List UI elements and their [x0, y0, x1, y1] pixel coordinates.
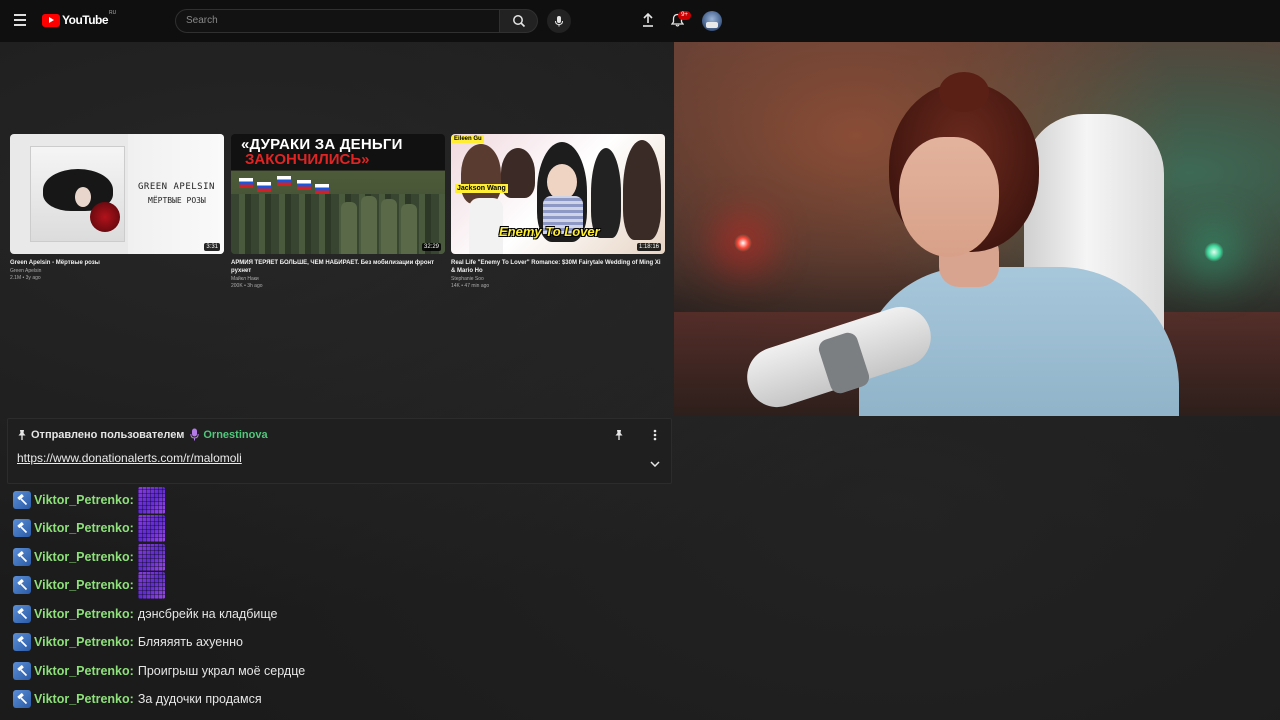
video-duration: 1:18:16: [636, 243, 661, 251]
chat-message: Viktor_Petrenko:: [13, 571, 165, 599]
chat-message: Viktor_Petrenko: Бляяяять ахуенно: [13, 630, 243, 654]
chat-message: Viktor_Petrenko:: [13, 486, 165, 514]
video-card[interactable]: GREEN APELSIN МЁРТВЫЕ РОЗЫ 3:31 Green Ap…: [10, 134, 224, 281]
chat-separator: :: [129, 493, 134, 507]
streamer-face: [899, 137, 999, 257]
search-icon: [512, 15, 525, 28]
more-options-button[interactable]: [648, 428, 662, 442]
chat-separator: :: [129, 521, 134, 535]
video-thumbnail[interactable]: GREEN APELSIN МЁРТВЫЕ РОЗЫ 3:31: [10, 134, 224, 254]
chat-separator: :: [129, 607, 134, 621]
chat-username[interactable]: Viktor_Petrenko: [34, 550, 130, 564]
video-title[interactable]: Green Apelsin - Мёртвые розы: [10, 259, 224, 267]
chat-username[interactable]: Viktor_Petrenko: [34, 664, 130, 678]
hammer-badge-icon: [13, 605, 31, 623]
chat-text: Бляяяять ахуенно: [137, 635, 243, 649]
hammer-badge-icon: [13, 633, 31, 651]
video-title[interactable]: АРМИЯ ТЕРЯЕТ БОЛЬШЕ, ЧЕМ НАБИРАЕТ. Без м…: [231, 259, 445, 275]
chat-username[interactable]: Viktor_Petrenko: [34, 607, 130, 621]
video-card[interactable]: Eileen Gu Jackson Wang Enemy To Lover 1:…: [451, 134, 665, 289]
search-input[interactable]: Search: [175, 9, 500, 33]
chat-separator: :: [129, 578, 134, 592]
thumbnail-text: GREEN APELSIN: [138, 182, 215, 192]
voice-search-button[interactable]: [547, 9, 571, 33]
chat-username[interactable]: Viktor_Petrenko: [34, 692, 130, 706]
video-thumbnail[interactable]: «ДУРАКИ ЗА ДЕНЬГИ ЗАКОНЧИЛИСЬ» 32:29: [231, 134, 445, 254]
hammer-badge-icon: [13, 690, 31, 708]
pinned-username[interactable]: Ornestinova: [203, 429, 267, 441]
video-channel[interactable]: Green Apelsin: [10, 268, 224, 274]
chevron-down-icon: [650, 461, 660, 467]
upload-icon: [643, 13, 653, 27]
video-channel[interactable]: Stephanie Soo: [451, 276, 665, 282]
green-lamp: [1204, 242, 1224, 262]
thumbnail-tag: Eileen Gu: [452, 135, 484, 143]
youtube-logo[interactable]: YouTube RU: [42, 10, 117, 27]
pin-icon: [615, 430, 623, 440]
red-lamp: [734, 234, 752, 252]
video-channel[interactable]: Майкл Наки: [231, 276, 445, 282]
thumbnail-text: МЁРТВЫЕ РОЗЫ: [148, 196, 206, 205]
mic-icon: [555, 16, 563, 27]
chat-separator: :: [129, 664, 134, 678]
chat-emote[interactable]: [137, 514, 165, 542]
pinned-message: Отправлено пользователем Ornestinova htt…: [7, 418, 672, 484]
chat-emote[interactable]: [137, 543, 165, 571]
chat-message: Viktor_Petrenko:: [13, 514, 165, 542]
more-vertical-icon: [653, 429, 657, 441]
hammer-badge-icon: [13, 519, 31, 537]
upload-button[interactable]: [640, 12, 656, 28]
video-duration: 3:31: [204, 243, 220, 251]
search-button[interactable]: [499, 9, 538, 33]
region-code: RU: [109, 10, 117, 16]
pinned-header: Отправлено пользователем Ornestinova: [17, 428, 268, 441]
webcam-feed: [674, 42, 1280, 416]
video-meta: 14K • 47 min ago: [451, 283, 490, 289]
chat-text: Проигрыш украл моё сердце: [137, 664, 306, 678]
chat-username[interactable]: Viktor_Petrenko: [34, 635, 130, 649]
chat-username[interactable]: Viktor_Petrenko: [34, 493, 130, 507]
chat-message: Viktor_Petrenko:: [13, 543, 165, 571]
chat-text: За дудочки продамся: [137, 692, 262, 706]
thumbnail-headline-red: ЗАКОНЧИЛИСЬ»: [245, 151, 370, 168]
youtube-wordmark: YouTube: [62, 13, 109, 27]
chat-emote[interactable]: [137, 486, 165, 514]
hammer-badge-icon: [13, 548, 31, 566]
video-title[interactable]: Real Life "Enemy To Lover" Romance: $30M…: [451, 259, 665, 275]
pinned-label: Отправлено пользователем: [31, 428, 185, 441]
chat-separator: :: [129, 692, 134, 706]
notification-badge: 9+: [678, 11, 691, 20]
chat-separator: :: [129, 550, 134, 564]
chat-emote[interactable]: [137, 571, 165, 599]
thumbnail-tag: Jackson Wang: [455, 184, 508, 193]
video-duration: 32:29: [421, 243, 441, 251]
video-meta: 2.1M • 3y ago: [10, 275, 41, 281]
avatar[interactable]: [702, 11, 722, 31]
hammer-badge-icon: [13, 491, 31, 509]
chat-message: Viktor_Petrenko: Проигрыш украл моё сердц…: [13, 659, 305, 683]
rose-image: [90, 202, 120, 232]
hammer-badge-icon: [13, 662, 31, 680]
mic-badge-icon: [190, 428, 200, 441]
menu-icon[interactable]: [14, 14, 26, 26]
donation-link[interactable]: https://www.donationalerts.com/r/malomol…: [17, 451, 242, 465]
thumbnail-headline: Enemy To Lover: [499, 224, 600, 239]
expand-button[interactable]: [648, 457, 662, 471]
youtube-play-icon: [42, 13, 60, 27]
thumbnail-flags: [235, 174, 335, 204]
chat-username[interactable]: Viktor_Petrenko: [34, 578, 130, 592]
video-meta: 200K • 3h ago: [231, 283, 263, 289]
chat-separator: :: [129, 635, 134, 649]
chat-username[interactable]: Viktor_Petrenko: [34, 521, 130, 535]
chat-message: Viktor_Petrenko: дэнсбрейк на кладбище: [13, 602, 278, 626]
pin-icon: [18, 429, 26, 440]
video-thumbnail[interactable]: Eileen Gu Jackson Wang Enemy To Lover 1:…: [451, 134, 665, 254]
hammer-badge-icon: [13, 576, 31, 594]
chat-text: дэнсбрейк на кладбище: [137, 607, 278, 621]
chat-message: Viktor_Petrenko: За дудочки продамся: [13, 687, 262, 711]
youtube-header: YouTube RU Search 9+: [0, 0, 1280, 42]
unpin-button[interactable]: [612, 428, 626, 442]
video-card[interactable]: «ДУРАКИ ЗА ДЕНЬГИ ЗАКОНЧИЛИСЬ» 32:29 АРМ…: [231, 134, 445, 289]
